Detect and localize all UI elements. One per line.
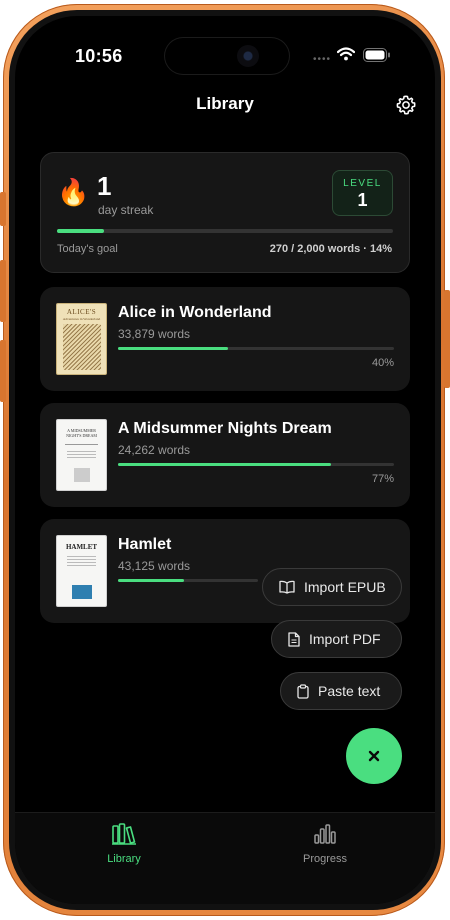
cover-emblem [74,468,90,482]
book-title: A Midsummer Nights Dream [118,420,332,437]
paste-text-button[interactable]: Paste text [280,672,402,710]
level-badge: LEVEL 1 [332,170,393,216]
tab-progress-label: Progress [302,853,348,865]
book-card-alice[interactable]: ALICE'S Adventures in Wonderland Alice i… [40,287,410,391]
wifi-icon [337,47,355,61]
fire-icon: 🔥 [57,177,90,207]
battery-icon [363,48,390,62]
action-button [0,192,6,226]
book-title: Alice in Wonderland [118,304,272,321]
import-pdf-button[interactable]: Import PDF [271,620,402,658]
cover-text-lines [67,451,96,459]
power-button [444,290,450,388]
cover-title: A MIDSUMMER NIGHT'S DREAM [66,428,97,438]
streak-label: day streak [98,203,154,217]
cover-subtitle: Adventures in Wonderland [62,317,101,321]
cover-rule [65,444,98,445]
close-icon [368,750,380,762]
import-epub-button[interactable]: Import EPUB [262,568,402,606]
book-progress-bar [118,347,394,350]
book-cover-midsummer: A MIDSUMMER NIGHT'S DREAM [56,419,107,491]
cover-title: ALICE'S [66,308,97,316]
app-screen: 10:56 •••• Library 🔥 1 day streak LEVEL … [15,16,435,904]
book-progress-fill [118,579,185,582]
volume-up-button [0,260,6,322]
daily-goal-progress-fill [57,229,105,233]
streak-count: 1 [97,171,112,201]
cover-text-lines [67,556,96,568]
camera-icon [237,45,259,67]
streak-card: 🔥 1 day streak LEVEL 1 Today's goal 270 … [40,152,410,273]
tab-library-label: Library [107,853,141,865]
import-epub-label: Import EPUB [304,579,386,595]
book-word-count: 24,262 words [118,443,191,457]
dynamic-island [165,38,289,74]
book-progress-fill [118,347,229,350]
book-progress-bar [118,463,394,466]
cover-emblem [72,585,92,599]
book-card-midsummer[interactable]: A MIDSUMMER NIGHT'S DREAM A Midsummer Ni… [40,403,410,507]
book-word-count: 43,125 words [118,559,191,573]
import-pdf-label: Import PDF [309,631,381,647]
cellular-icon: •••• [313,54,332,65]
book-open-icon [279,580,295,594]
goal-value: 270 / 2,000 words · 14% [269,243,392,255]
book-progress-percent: 77% [371,473,394,485]
book-cover-alice: ALICE'S Adventures in Wonderland [56,303,107,375]
tab-library[interactable]: Library [69,823,179,865]
library-books-icon [112,823,136,845]
clipboard-icon [297,683,309,699]
page-title: Library [196,94,254,113]
bar-chart-icon [314,824,336,844]
cover-illustration [63,324,101,370]
book-progress-percent: 40% [371,357,394,369]
status-time: 10:56 [75,46,123,66]
tab-progress[interactable]: Progress [270,823,380,865]
document-icon [288,631,300,647]
book-title: Hamlet [118,536,172,553]
level-label: LEVEL [343,178,382,189]
level-number: 1 [357,190,368,210]
paste-text-label: Paste text [318,683,381,699]
cover-title: HAMLET [65,543,98,551]
book-cover-hamlet: HAMLET [56,535,107,607]
settings-gear-icon[interactable] [395,94,417,116]
book-word-count: 33,879 words [118,327,191,341]
tab-bar: Library Progress [15,812,435,904]
daily-goal-progress-bar [57,229,393,233]
book-progress-bar [118,579,258,582]
book-progress-fill [118,463,331,466]
goal-label: Today's goal [57,243,118,255]
volume-down-button [0,340,6,402]
close-menu-fab[interactable] [346,728,402,784]
